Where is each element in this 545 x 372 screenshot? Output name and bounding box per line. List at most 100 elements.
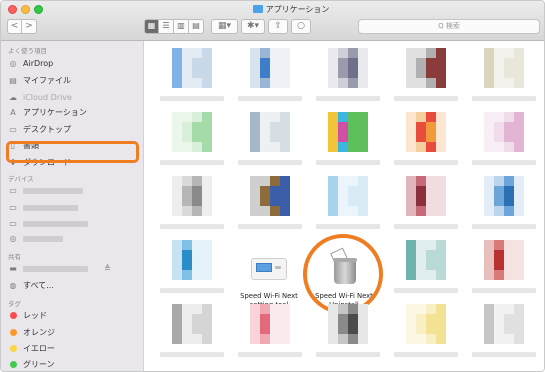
devices-header: デバイス [8, 175, 34, 183]
disk-icon: ▭ [9, 186, 17, 195]
blurred-app-label [160, 352, 224, 357]
back-button[interactable]: < [7, 19, 22, 34]
forward-button[interactable]: > [22, 19, 37, 34]
blurred-app-icon[interactable] [328, 176, 368, 216]
list-view-button[interactable]: ☰ [159, 19, 174, 34]
sidebar-item-icloud-drive[interactable]: ☁ iCloud Drive [8, 91, 138, 104]
blurred-app-label [472, 288, 536, 293]
title-bar: アプリケーション < > ▦ ☰ ▥ ▤ ▦▾ ✱▾ ⇧ ○ Q 検索 [1, 1, 544, 41]
sidebar: よく使う項目 ◎ AirDrop ▤ マイファイル ☁ iCloud Drive Aア… [1, 41, 144, 371]
blurred-app-icon[interactable] [406, 304, 446, 344]
applications-highlight-frame [6, 141, 139, 163]
uninstall-highlight-circle [303, 234, 383, 314]
blurred-app-label [394, 160, 458, 165]
column-view-button[interactable]: ▥ [174, 19, 189, 34]
sidebar-item-device[interactable]: ▭ [8, 201, 138, 214]
view-mode-selector: ▦ ☰ ▥ ▤ [144, 19, 204, 34]
orange-tag-icon [9, 329, 17, 336]
blurred-app-label [316, 352, 380, 357]
blurred-app-label [160, 96, 224, 101]
network-icon: ◍ [9, 281, 17, 290]
blurred-app-icon[interactable] [406, 240, 446, 280]
blurred-app-icon[interactable] [172, 112, 212, 152]
disk-icon: ▭ [9, 219, 17, 228]
blurred-app-icon[interactable] [484, 176, 524, 216]
disc-icon: ◎ [9, 234, 17, 243]
blurred-app-label [160, 160, 224, 165]
sidebar-item-applications[interactable]: A アプリケーション [8, 106, 138, 119]
blurred-app-icon[interactable] [250, 48, 290, 88]
blurred-app-icon[interactable] [250, 176, 290, 216]
sidebar-item-all-files[interactable]: ▤ マイファイル [8, 74, 138, 87]
applications-grid: Speed Wi-Fi Next setting tool Speed Wi-F… [145, 42, 544, 371]
airdrop-icon: ◎ [9, 59, 17, 68]
favorites-header: よく使う項目 [8, 47, 47, 55]
blurred-app-icon[interactable] [328, 48, 368, 88]
sidebar-item-device[interactable]: ◎ [8, 232, 138, 245]
blurred-app-icon[interactable] [484, 240, 524, 280]
minimize-button[interactable] [21, 5, 30, 14]
blurred-app-label [472, 160, 536, 165]
sidebar-item-tag-green[interactable]: グリーン [8, 358, 138, 371]
blurred-app-icon[interactable] [328, 112, 368, 152]
blurred-app-label [160, 224, 224, 229]
blurred-app-label [472, 352, 536, 357]
blurred-app-label [238, 224, 302, 229]
blurred-app-icon[interactable] [328, 304, 368, 344]
computer-icon: ▬ [9, 264, 17, 273]
shared-header: 共有 [8, 253, 21, 261]
blurred-app-label [472, 96, 536, 101]
tags-header: タグ [8, 300, 21, 308]
sidebar-item-shared-all[interactable]: ◍ すべて... [8, 279, 138, 292]
blurred-app-label [394, 96, 458, 101]
sidebar-item-desktop[interactable]: ▭ デスクトップ [8, 123, 138, 136]
blurred-app-icon[interactable] [172, 240, 212, 280]
blurred-app-icon[interactable] [406, 176, 446, 216]
blurred-app-icon[interactable] [250, 304, 290, 344]
blurred-app-icon[interactable] [250, 112, 290, 152]
sidebar-item-tag-red[interactable]: レッド [8, 309, 138, 322]
eject-icon[interactable]: ≜ [104, 264, 111, 273]
blurred-app-icon[interactable] [406, 112, 446, 152]
desktop-icon: ▭ [9, 125, 17, 134]
arrange-button[interactable]: ▦▾ [211, 19, 238, 34]
blurred-app-icon[interactable] [484, 112, 524, 152]
blurred-app-label [238, 96, 302, 101]
blurred-app-icon[interactable] [172, 176, 212, 216]
router-device-icon [249, 248, 289, 288]
window-title: アプリケーション [231, 4, 351, 16]
finder-window: アプリケーション < > ▦ ☰ ▥ ▤ ▦▾ ✱▾ ⇧ ○ Q 検索 よく使う… [0, 0, 545, 372]
sidebar-item-airdrop[interactable]: ◎ AirDrop [8, 57, 138, 70]
blurred-app-label [160, 288, 224, 293]
sidebar-item-device[interactable]: ▭ [8, 184, 138, 197]
disk-icon: ▭ [9, 203, 17, 212]
sidebar-item-device[interactable]: ▭ [8, 217, 138, 230]
applications-icon: A [10, 108, 16, 117]
blurred-app-label [394, 352, 458, 357]
tag-button[interactable]: ○ [291, 19, 311, 34]
close-button[interactable] [8, 5, 17, 14]
blurred-app-icon[interactable] [406, 48, 446, 88]
blurred-app-icon[interactable] [484, 48, 524, 88]
window-title-text: アプリケーション [265, 5, 330, 14]
blurred-app-icon[interactable] [172, 304, 212, 344]
green-tag-icon [9, 361, 17, 368]
cloud-icon: ☁ [9, 93, 17, 102]
all-files-icon: ▤ [9, 76, 17, 85]
blurred-app-label [394, 288, 458, 293]
blurred-app-label [238, 160, 302, 165]
blurred-app-label [316, 96, 380, 101]
blurred-app-icon[interactable] [484, 304, 524, 344]
action-button[interactable]: ✱▾ [241, 19, 265, 34]
blurred-app-label [238, 352, 302, 357]
icon-view-button[interactable]: ▦ [144, 19, 159, 34]
blurred-app-icon[interactable] [172, 48, 212, 88]
sidebar-item-tag-orange[interactable]: オレンジ [8, 326, 138, 339]
search-field[interactable]: Q 検索 [358, 19, 540, 34]
folder-icon [252, 5, 263, 13]
sidebar-item-tag-yellow[interactable]: イエロー [8, 342, 138, 355]
zoom-button[interactable] [34, 5, 43, 14]
share-button[interactable]: ⇧ [268, 19, 288, 34]
gallery-view-button[interactable]: ▤ [189, 19, 204, 34]
sidebar-item-shared-device[interactable]: ▬ ≜ [8, 262, 138, 275]
